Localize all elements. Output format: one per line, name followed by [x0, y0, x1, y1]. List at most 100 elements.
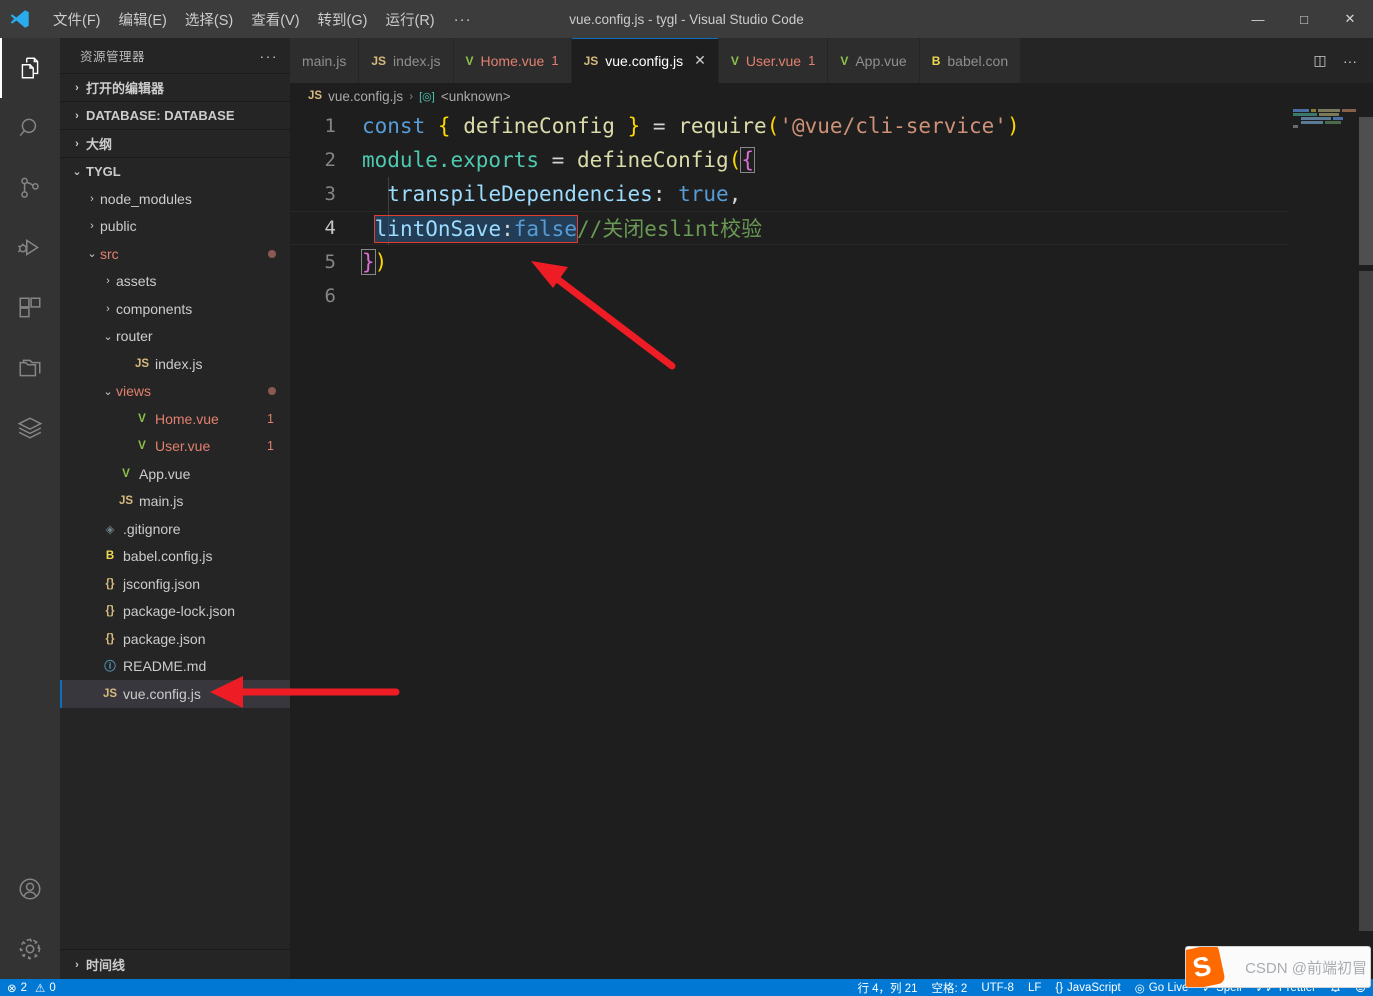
split-editor-icon[interactable]: ◫	[1307, 46, 1333, 76]
tree-item-node-modules[interactable]: › node_modules	[60, 185, 290, 213]
js-file-icon: JS	[118, 495, 134, 508]
sidebar-more-icon[interactable]: ···	[260, 48, 279, 64]
tree-item-index-js[interactable]: JS index.js	[60, 350, 290, 378]
chevron-down-icon[interactable]: ⌄	[84, 247, 100, 260]
tree-item-components[interactable]: › components	[60, 295, 290, 323]
minimap[interactable]	[1289, 109, 1359, 979]
sidebar-title: 资源管理器	[80, 50, 146, 64]
tree-item-app-vue[interactable]: V App.vue	[60, 460, 290, 488]
cursor-position[interactable]: 行 4，列 21	[850, 979, 924, 996]
accounts-icon[interactable]	[0, 859, 60, 919]
menu-view[interactable]: 查看(V)	[242, 6, 308, 32]
chevron-right-icon[interactable]: ›	[84, 193, 100, 205]
scrollbar-track-lower[interactable]	[1359, 271, 1373, 931]
minimap-line	[1293, 121, 1359, 124]
tab-index-js[interactable]: JS index.js	[359, 38, 454, 83]
tree-item-babel-config-js[interactable]: Bbabel.config.js	[60, 543, 290, 571]
code-editor[interactable]: 1 const { defineConfig } = require('@vue…	[290, 109, 1373, 979]
token-brace-match: {	[740, 147, 755, 173]
tree-item-label: Home.vue	[155, 410, 219, 427]
breadcrumb-symbol[interactable]: <unknown>	[441, 89, 511, 104]
tab-vue-config-js[interactable]: JS vue.config.js ✕	[571, 38, 719, 83]
tab-label: Home.vue	[480, 52, 545, 69]
tree-item-vue-config-js[interactable]: JS vue.config.js	[60, 680, 290, 708]
tree-item-package-lock-json[interactable]: {} package-lock.json	[60, 598, 290, 626]
tree-item--gitignore[interactable]: ◈ .gitignore	[60, 515, 290, 543]
chevron-right-icon[interactable]: ›	[84, 220, 100, 232]
tree-item-src[interactable]: ⌄ src	[60, 240, 290, 268]
close-button[interactable]: ✕	[1327, 0, 1373, 38]
minimize-button[interactable]: —	[1235, 0, 1281, 38]
chevron-right-icon[interactable]: ›	[100, 303, 116, 315]
breadcrumb[interactable]: JS vue.config.js › [◎] <unknown>	[290, 83, 1373, 109]
editor-vertical-scrollbar[interactable]	[1359, 109, 1373, 979]
database-icon[interactable]	[0, 398, 60, 458]
language-mode[interactable]: {} JavaScript	[1048, 979, 1127, 996]
json-file-icon: {}	[105, 605, 115, 618]
section-outline[interactable]: › 大纲	[60, 129, 290, 157]
menu-overflow-icon[interactable]: ···	[444, 9, 482, 30]
indentation[interactable]: 空格: 2	[925, 979, 975, 996]
search-icon[interactable]	[0, 98, 60, 158]
warning-icon: ⚠	[35, 982, 46, 995]
menu-edit[interactable]: 编辑(E)	[110, 6, 176, 32]
section-timeline[interactable]: › 时间线	[60, 949, 290, 979]
vue-file-icon: V	[122, 467, 130, 480]
csdn-watermark: CSDN @前端初冒	[1245, 960, 1367, 977]
run-debug-icon[interactable]	[0, 218, 60, 278]
more-actions-icon[interactable]: ···	[1337, 46, 1363, 76]
tree-item-assets[interactable]: › assets	[60, 268, 290, 296]
chevron-down-icon[interactable]: ⌄	[100, 385, 116, 398]
tree-item-router[interactable]: ⌄ router	[60, 323, 290, 351]
tree-item-main-js[interactable]: JS main.js	[60, 488, 290, 516]
tree-item-label: vue.config.js	[123, 685, 201, 702]
explorer-icon[interactable]	[0, 38, 60, 98]
tab-home-vue[interactable]: V Home.vue 1	[453, 38, 572, 83]
tree-item-views[interactable]: ⌄ views	[60, 378, 290, 406]
chevron-down-icon[interactable]: ⌄	[100, 330, 116, 343]
vscode-logo-icon	[0, 0, 40, 38]
tree-item-package-json[interactable]: {} package.json	[60, 625, 290, 653]
menu-bar[interactable]: 文件(F) 编辑(E) 选择(S) 查看(V) 转到(G) 运行(R) ···	[44, 0, 482, 38]
section-database[interactable]: › DATABASE: DATABASE	[60, 101, 290, 129]
menu-go[interactable]: 转到(G)	[309, 6, 377, 32]
remote-explorer-icon[interactable]	[0, 338, 60, 398]
menu-selection[interactable]: 选择(S)	[176, 6, 242, 32]
section-project-tygl[interactable]: ⌄ TYGL	[60, 157, 290, 185]
settings-gear-icon[interactable]	[0, 919, 60, 979]
token-brace-match: }	[361, 249, 376, 275]
extensions-icon[interactable]	[0, 278, 60, 338]
breadcrumb-file[interactable]: vue.config.js	[328, 89, 403, 104]
tree-item-public[interactable]: › public	[60, 213, 290, 241]
tab-close-icon[interactable]: ✕	[694, 52, 706, 69]
babel-file-icon: B	[931, 53, 941, 68]
section-open-editors[interactable]: › 打开的编辑器	[60, 73, 290, 101]
source-control-icon[interactable]	[0, 158, 60, 218]
tree-item-home-vue[interactable]: V Home.vue 1	[60, 405, 290, 433]
window-controls[interactable]: — □ ✕	[1235, 0, 1373, 38]
sogou-logo-icon: S	[1186, 947, 1226, 987]
section-label: 打开的编辑器	[86, 81, 165, 96]
chevron-right-icon: ›	[75, 958, 79, 971]
token-property: transpileDependencies	[387, 182, 653, 206]
encoding[interactable]: UTF-8	[974, 979, 1021, 996]
tab-user-vue[interactable]: V User.vue 1	[718, 38, 829, 83]
tree-item-jsconfig-json[interactable]: {} jsconfig.json	[60, 570, 290, 598]
tab-label: vue.config.js	[605, 52, 684, 69]
menu-run[interactable]: 运行(R)	[376, 6, 443, 32]
code-lines: 1 const { defineConfig } = require('@vue…	[290, 109, 1373, 313]
tree-item-readme-md[interactable]: ⓘ README.md	[60, 653, 290, 681]
tree-item-user-vue[interactable]: V User.vue 1	[60, 433, 290, 461]
braces-icon: {}	[1055, 981, 1064, 994]
eol[interactable]: LF	[1021, 979, 1048, 996]
tab-babel-con[interactable]: Bbabel.con	[919, 38, 1022, 83]
chevron-right-icon[interactable]: ›	[100, 275, 116, 287]
scrollbar-thumb[interactable]	[1359, 117, 1373, 265]
menu-file[interactable]: 文件(F)	[44, 6, 110, 32]
tab-app-vue[interactable]: V App.vue	[828, 38, 920, 83]
chevron-right-icon: ›	[409, 89, 414, 103]
error-count[interactable]: ⊗ 2 ⚠ 0	[0, 979, 63, 996]
maximize-button[interactable]: □	[1281, 0, 1327, 38]
tab-main-js[interactable]: main.js	[290, 38, 360, 83]
chevron-right-icon: ›	[75, 137, 79, 150]
